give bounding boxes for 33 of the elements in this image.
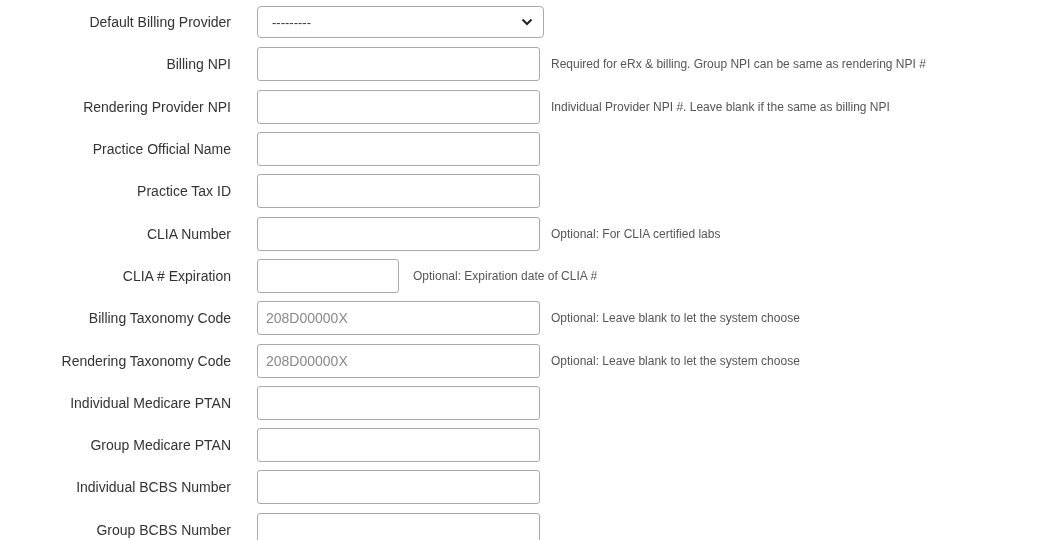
input-field[interactable] (257, 470, 540, 505)
input-field[interactable] (257, 385, 540, 420)
field-label: Default Billing Provider (88, 14, 231, 31)
field-label: Individual Medicare PTAN (69, 394, 231, 411)
field-label: Rendering Taxonomy Code (60, 352, 231, 369)
field-label: Rendering Provider NPI (82, 98, 231, 115)
input-field[interactable]: 208D00000X (257, 301, 540, 336)
input-field[interactable] (257, 174, 540, 209)
field-label: Group BCBS Number (95, 521, 231, 538)
input-field[interactable] (257, 216, 540, 251)
input-field[interactable] (257, 512, 540, 540)
field-label: Practice Tax ID (136, 183, 231, 200)
field-label: Group Medicare PTAN (89, 437, 231, 454)
field-hint: Required for eRx & billing. Group NPI can be same as rendering NPI # (551, 57, 926, 72)
field-hint: Optional: Leave blank to let the system choose (551, 311, 800, 326)
field-label: Billing NPI (165, 56, 231, 73)
field-hint: Optional: Leave blank to let the system choose (551, 353, 800, 368)
input-field[interactable] (257, 89, 540, 124)
field-label: CLIA Number (145, 225, 231, 242)
input-field[interactable] (257, 428, 540, 463)
input-field[interactable] (257, 258, 399, 293)
field-hint: Individual Provider NPI #. Leave blank if the same as billing NPI (551, 99, 890, 114)
field-hint: Optional: For CLIA certified labs (551, 226, 721, 241)
field-hint: Optional: Expiration date of CLIA # (413, 268, 598, 283)
input-field[interactable]: 208D00000X (257, 343, 540, 378)
field-label: CLIA # Expiration (121, 267, 231, 284)
field-label: Practice Official Name (91, 141, 231, 158)
input-field[interactable] (257, 47, 540, 82)
field-label: Billing Taxonomy Code (87, 310, 231, 327)
field-label: Individual BCBS Number (75, 479, 231, 496)
input-field[interactable] (257, 132, 540, 167)
provider-select[interactable]: --------- (257, 6, 544, 39)
chevron-down-icon (521, 18, 533, 27)
